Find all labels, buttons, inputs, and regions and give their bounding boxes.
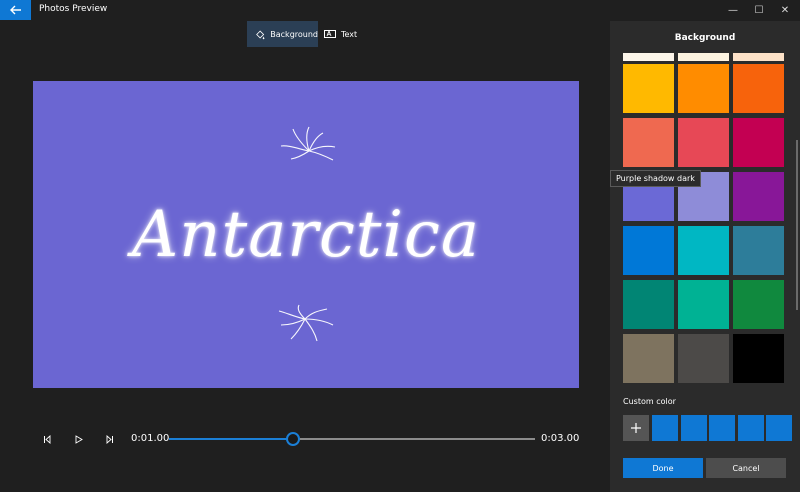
play-button[interactable]: [71, 432, 85, 446]
seek-slider[interactable]: [169, 432, 535, 446]
color-swatch[interactable]: [733, 280, 784, 329]
color-swatch[interactable]: [678, 280, 729, 329]
app-title: Photos Preview: [39, 4, 108, 14]
custom-color-swatch[interactable]: [652, 415, 678, 441]
back-button[interactable]: [0, 0, 31, 20]
color-swatch[interactable]: [733, 334, 784, 383]
minimize-button[interactable]: —: [720, 0, 746, 20]
color-swatch[interactable]: [623, 118, 674, 167]
add-custom-color-button[interactable]: [623, 415, 649, 441]
color-swatch[interactable]: [623, 64, 674, 113]
color-swatch[interactable]: [678, 118, 729, 167]
color-swatch[interactable]: [733, 226, 784, 275]
title-bar: Photos Preview — ☐ ✕: [0, 0, 800, 20]
color-swatch[interactable]: [733, 64, 784, 113]
maximize-button[interactable]: ☐: [746, 0, 772, 20]
text-tab[interactable]: Text: [324, 21, 364, 47]
color-swatch-partial[interactable]: [733, 53, 784, 61]
playback-bar: 0:01.00 0:03.00: [0, 425, 600, 453]
color-swatch[interactable]: [678, 64, 729, 113]
color-swatch[interactable]: [678, 334, 729, 383]
custom-color-label: Custom color: [623, 397, 676, 406]
previous-frame-button[interactable]: [40, 432, 54, 446]
panel-title: Background: [674, 33, 736, 43]
title-card-preview: Antarctica: [33, 81, 579, 388]
done-button[interactable]: Done: [623, 458, 703, 478]
paint-bucket-icon: [256, 29, 265, 39]
text-frame-icon: [324, 29, 336, 38]
seek-progress: [169, 438, 294, 440]
color-swatch[interactable]: [678, 226, 729, 275]
color-swatch-partial[interactable]: [623, 53, 674, 61]
custom-color-swatch[interactable]: [680, 415, 707, 441]
color-swatch[interactable]: [733, 118, 784, 167]
background-tab-label: Background: [270, 29, 318, 39]
step-back-icon: [43, 434, 50, 444]
current-time: 0:01.00: [131, 433, 170, 444]
cancel-button[interactable]: Cancel: [706, 458, 786, 478]
next-frame-button[interactable]: [102, 432, 116, 446]
color-swatch[interactable]: [623, 226, 674, 275]
color-swatch-partial[interactable]: [678, 53, 729, 61]
custom-color-swatch[interactable]: [766, 415, 792, 441]
play-icon: [75, 434, 83, 444]
seek-thumb[interactable]: [286, 432, 301, 446]
step-forward-icon: [106, 434, 113, 444]
custom-color-swatch[interactable]: [709, 415, 735, 441]
text-tab-label: Text: [341, 29, 358, 39]
color-swatch[interactable]: [733, 172, 784, 221]
total-time: 0:03.00: [541, 433, 580, 444]
panel-scrollbar[interactable]: [796, 140, 798, 310]
arrow-left-icon: [9, 5, 21, 15]
close-button[interactable]: ✕: [772, 0, 798, 20]
bottom-flourish-icon: [278, 304, 334, 342]
color-swatch[interactable]: [623, 334, 674, 383]
background-tab[interactable]: Background: [247, 21, 318, 47]
plus-icon: [631, 423, 641, 433]
color-swatch[interactable]: [623, 280, 674, 329]
color-tooltip: Purple shadow dark: [610, 170, 701, 187]
custom-color-swatch[interactable]: [737, 415, 764, 441]
